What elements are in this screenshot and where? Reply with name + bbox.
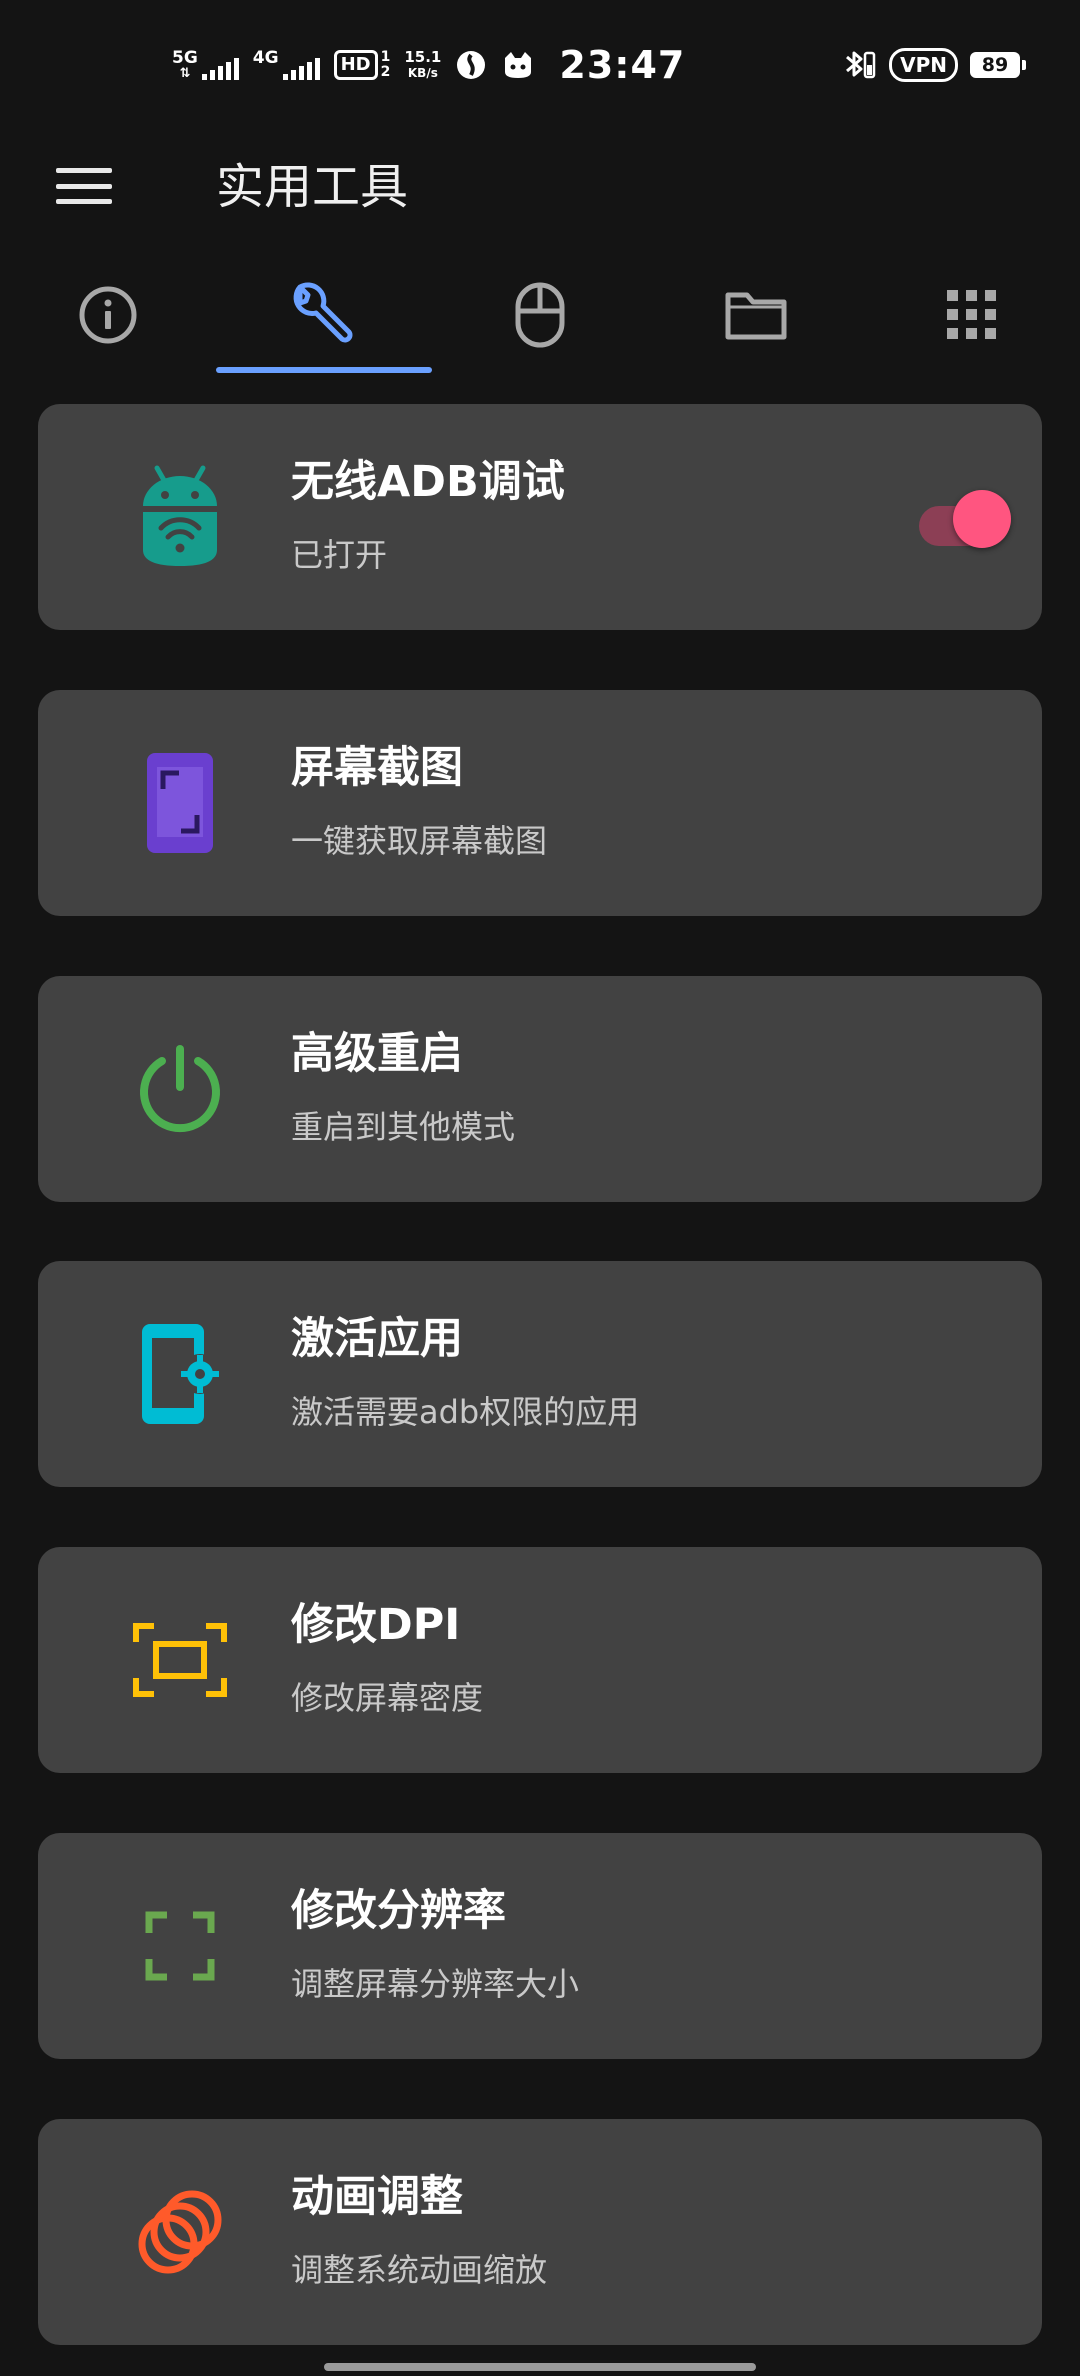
speed-value: 15.1: [404, 48, 442, 66]
signal-5g: 5G ⇅: [172, 50, 239, 80]
signal-bars-icon: [201, 58, 239, 80]
clock: 23:47: [559, 43, 686, 87]
network-speed: 15.1 KB/s: [404, 49, 441, 81]
card-animation-adjust[interactable]: 动画调整 调整系统动画缩放: [38, 2119, 1042, 2345]
home-indicator[interactable]: [324, 2363, 756, 2371]
tab-bar: [0, 250, 1080, 380]
tab-info[interactable]: [0, 250, 216, 380]
switch-thumb: [953, 490, 1011, 548]
status-left: 5G ⇅ 4G ⇅ HD 1 2 15.1 KB/s: [172, 40, 685, 90]
menu-icon[interactable]: [52, 162, 116, 210]
page-title: 实用工具: [216, 159, 409, 215]
signal-bars-icon: [282, 58, 320, 80]
hd-voice-indicator: HD 1 2: [333, 49, 391, 80]
tab-indicator: [216, 367, 432, 373]
speed-unit: KB/s: [407, 66, 438, 80]
tab-apps[interactable]: [864, 250, 1080, 380]
notification-app-icon: [457, 51, 486, 79]
card-title: 无线ADB调试: [291, 457, 565, 507]
info-icon: [79, 286, 137, 344]
power-icon: [140, 1045, 220, 1133]
mouse-icon: [515, 282, 565, 348]
card-title: 动画调整: [291, 2172, 463, 2222]
tab-files[interactable]: [648, 250, 864, 380]
wireless-adb-switch[interactable]: [913, 490, 1011, 548]
card-title: 激活应用: [291, 1314, 463, 1364]
android-wifi-icon: [143, 465, 217, 566]
screenshot-icon: [147, 753, 213, 853]
card-advanced-reboot[interactable]: 高级重启 重启到其他模式: [38, 976, 1042, 1202]
hd-top: 1: [380, 49, 391, 65]
card-subtitle: 激活需要adb权限的应用: [291, 1393, 640, 1431]
tab-tools[interactable]: [216, 250, 432, 380]
vpn-indicator: VPN: [889, 48, 958, 82]
card-icon-wrap: [120, 1314, 240, 1434]
card-modify-resolution[interactable]: 修改分辨率 调整屏幕分辨率大小: [38, 1833, 1042, 2059]
wrench-icon: [293, 282, 353, 343]
notification-app-icon-2: [505, 52, 532, 78]
screen-density-icon: [133, 1623, 227, 1697]
bluetooth-battery-icon: [846, 51, 876, 79]
card-title: 修改DPI: [291, 1600, 461, 1650]
animation-rings-icon: [138, 2190, 222, 2274]
phone-settings-icon: [142, 1324, 220, 1424]
card-subtitle: 一键获取屏幕截图: [291, 822, 548, 860]
card-subtitle: 调整系统动画缩放: [291, 2251, 548, 2289]
card-modify-dpi[interactable]: 修改DPI 修改屏幕密度: [38, 1547, 1042, 1773]
folder-icon: [725, 292, 787, 340]
tab-mouse[interactable]: [432, 250, 648, 380]
card-screenshot[interactable]: 屏幕截图 一键获取屏幕截图: [38, 690, 1042, 916]
card-title: 修改分辨率: [291, 1886, 506, 1936]
card-icon-wrap: [120, 1886, 240, 2006]
resolution-frame-icon: [145, 1911, 215, 1981]
signal-4g: 4G ⇅: [253, 50, 320, 80]
signal-4g-label: 4G: [252, 48, 279, 68]
status-bar: 5G ⇅ 4G ⇅ HD 1 2 15.1 KB/s: [0, 0, 1080, 130]
apps-grid-icon: [947, 290, 996, 339]
card-subtitle: 修改屏幕密度: [291, 1679, 484, 1717]
top-app-bar: 实用工具: [0, 130, 1080, 240]
card-icon-wrap: [120, 1600, 240, 1720]
card-icon-wrap: [120, 743, 240, 863]
card-subtitle: 调整屏幕分辨率大小: [291, 1965, 580, 2003]
card-subtitle: 重启到其他模式: [291, 1108, 516, 1146]
data-arrows-icon: ⇅: [179, 66, 191, 81]
hd-label: HD: [333, 50, 378, 80]
card-icon-wrap: [120, 1029, 240, 1149]
card-icon-wrap: [120, 2172, 240, 2292]
card-wireless-adb[interactable]: 无线ADB调试 已打开: [38, 404, 1042, 630]
signal-5g-label: 5G: [172, 48, 198, 68]
card-icon-wrap: [120, 457, 240, 577]
card-title: 高级重启: [291, 1029, 463, 1079]
card-activate-app[interactable]: 激活应用 激活需要adb权限的应用: [38, 1261, 1042, 1487]
card-title: 屏幕截图: [291, 743, 463, 793]
hd-bottom: 2: [380, 64, 391, 80]
card-subtitle: 已打开: [291, 536, 388, 574]
status-right: VPN 89: [843, 44, 1026, 86]
battery-icon: 89: [970, 52, 1026, 78]
